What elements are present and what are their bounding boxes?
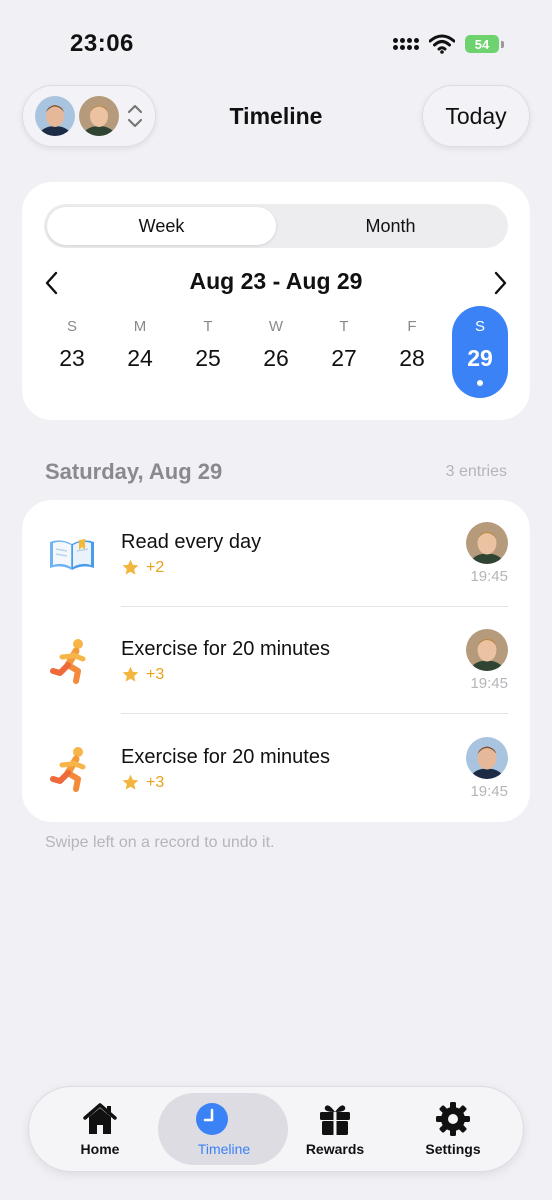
tab-rewards[interactable]: Rewards [276,1087,394,1173]
entry-points: +2 [121,558,164,577]
header: Timeline Today [0,85,552,147]
day-number: 29 [467,345,493,371]
day-number: 27 [331,345,357,371]
battery-indicator: 54 [465,35,504,53]
battery-level: 54 [465,35,499,53]
segment-month[interactable]: Month [276,207,505,245]
day-letter: F [407,318,417,335]
points-value: +2 [146,558,165,576]
today-button[interactable]: Today [422,85,530,147]
divider [121,713,508,714]
section-date-heading: Saturday, Aug 29 [45,459,223,484]
tab-settings[interactable]: Settings [394,1087,512,1173]
day-number: 26 [263,345,289,371]
tab-label: Settings [425,1141,481,1157]
star-icon [122,774,139,790]
day-number: 25 [195,345,221,371]
runner-icon [50,639,86,684]
entries-count: 3 entries [445,463,507,480]
status-icons: 54 [393,34,504,54]
gear-icon [436,1102,470,1136]
list-item[interactable]: Exercise for 20 minutes +3 19:45 [22,607,530,714]
day-letter: M [133,318,147,335]
entry-time: 19:45 [470,568,508,585]
chevron-right-icon[interactable] [488,270,512,296]
points-value: +3 [146,665,165,683]
runner-icon [50,747,86,792]
cellular-signal-icon [393,38,419,50]
entries-list: Read every day +2 19:45 Exercise for 20 … [22,500,530,822]
week-navigation: Aug 23 - Aug 29 [22,266,530,300]
entry-title: Read every day [121,531,262,553]
entry-time: 19:45 [470,675,508,692]
entry-title: Exercise for 20 minutes [121,638,330,660]
gift-icon [320,1105,350,1135]
entry-points: +3 [121,665,164,684]
day-number: 24 [127,345,153,371]
day-27[interactable]: T 27 [310,306,378,398]
day-24[interactable]: M 24 [106,306,174,398]
day-letter: T [339,318,349,335]
tab-label: Home [80,1141,120,1157]
week-range-label: Aug 23 - Aug 29 [189,268,363,294]
star-icon [122,666,139,682]
day-23[interactable]: S 23 [38,306,106,398]
calendar-card: Week Month Aug 23 - Aug 29 S 23 M 24 T 2… [22,182,530,420]
wifi-icon [429,34,455,54]
day-28[interactable]: F 28 [378,306,446,398]
points-value: +3 [146,773,165,791]
day-number: 28 [399,345,425,371]
day-letter: S [66,318,77,335]
star-icon [122,559,139,575]
book-icon [50,539,94,570]
day-25[interactable]: T 25 [174,306,242,398]
tab-bar: Home Timeline Rewards Settings [28,1086,524,1172]
day-letter: S [474,318,485,335]
status-bar: 23:06 54 [0,0,552,90]
avatar [466,737,508,779]
tab-label: Timeline [197,1141,251,1157]
has-entries-dot [477,380,483,386]
tab-timeline[interactable]: Timeline [153,1087,288,1173]
day-number: 23 [59,345,85,371]
tab-home[interactable]: Home [41,1087,159,1173]
day-29-selected[interactable]: S 29 [446,306,514,398]
status-time: 23:06 [70,30,134,57]
view-segmented-control: Week Month [44,204,508,248]
day-26[interactable]: W 26 [242,306,310,398]
clock-icon [196,1103,228,1135]
avatar [466,629,508,671]
entry-time: 19:45 [470,783,508,800]
tab-label: Rewards [305,1141,365,1157]
day-letter: T [203,318,213,335]
list-item[interactable]: Exercise for 20 minutes +3 19:45 [22,715,530,822]
day-letter: W [268,318,284,335]
list-item[interactable]: Read every day +2 19:45 [22,500,530,607]
entry-title: Exercise for 20 minutes [121,746,330,768]
week-days: S 23 M 24 T 25 W 26 T 27 F 28 S 29 [38,306,514,398]
segment-week[interactable]: Week [47,207,276,245]
entry-points: +3 [121,773,164,792]
swipe-hint: Swipe left on a record to undo it. [45,834,275,851]
home-icon [83,1103,117,1134]
avatar [466,522,508,564]
